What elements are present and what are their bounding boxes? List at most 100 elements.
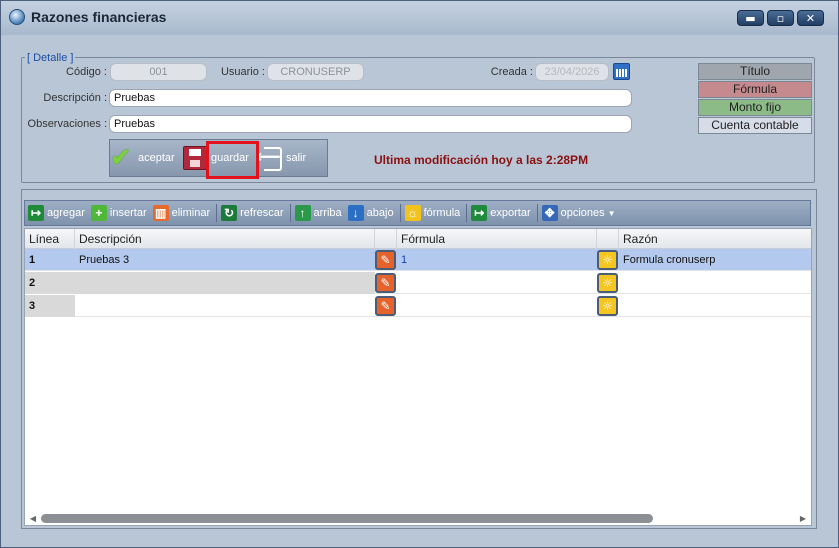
refrescar-label: refrescar (240, 207, 284, 219)
table-row[interactable]: 1 Pruebas 3 ✎ 1 ☼ Formula cronuserp (25, 249, 811, 271)
creada-label: Creada : (490, 66, 533, 78)
descripcion-label: Descripción : (43, 92, 107, 104)
toolbar-separator (216, 204, 218, 222)
toolbar-separator (289, 204, 291, 222)
legend-monto-fijo: Monto fijo (698, 99, 812, 116)
chevron-down-icon: ▼ (607, 208, 616, 218)
globe-icon (9, 9, 25, 25)
column-header-formula-btn (597, 229, 619, 249)
cell-descripcion[interactable] (75, 272, 375, 294)
creada-field[interactable]: 23/04/2026 (535, 63, 609, 81)
floppy-disk-icon (183, 146, 207, 170)
cell-formula[interactable] (397, 295, 595, 317)
edit-pencil-icon[interactable]: ✎ (375, 250, 396, 270)
grid-toolbar: ↦ agregar + insertar ▥ eliminar ↻ refres… (24, 200, 811, 226)
toolbar-separator (466, 204, 468, 222)
opciones-button[interactable]: ✥ opciones ▼ (541, 202, 616, 224)
exit-icon (256, 146, 282, 171)
cell-razon[interactable] (619, 272, 811, 294)
cell-linea: 3 (25, 295, 75, 317)
scroll-right-icon[interactable]: ▶ (797, 512, 809, 525)
razones-financieras-window: Razones financieras ▬ ▫ ✕ [ Detalle ] Có… (0, 0, 839, 548)
edit-pencil-icon[interactable]: ✎ (375, 273, 396, 293)
salir-label: salir (286, 152, 307, 164)
lightbulb-icon: ☼ (404, 205, 421, 221)
cell-formula[interactable] (397, 272, 595, 294)
window-controls: ▬ ▫ ✕ (737, 10, 824, 26)
trash-icon: ▥ (152, 205, 169, 221)
formula-bulb-icon[interactable]: ☼ (597, 273, 618, 293)
detail-legend: [ Detalle ] (25, 52, 76, 64)
formula-label: fórmula (423, 207, 461, 219)
codigo-field[interactable]: 001 (110, 63, 207, 81)
last-modified-text: Ultima modificación hoy a las 2:28PM (374, 153, 589, 167)
legend-titulo: Título (698, 63, 812, 80)
refrescar-button[interactable]: ↻ refrescar (221, 202, 284, 224)
aceptar-button[interactable]: aceptar (110, 140, 175, 176)
usuario-label: Usuario : (220, 66, 265, 78)
column-header-descripcion[interactable]: Descripción (75, 229, 375, 249)
window-title: Razones financieras (31, 9, 167, 25)
observaciones-input[interactable]: Pruebas (109, 115, 632, 133)
cell-linea: 2 (25, 272, 75, 294)
add-row-icon: ↦ (28, 205, 44, 221)
calendar-icon[interactable] (613, 63, 630, 80)
table-row[interactable]: 3 ✎ ☼ (25, 295, 811, 317)
formula-bulb-icon[interactable]: ☼ (597, 250, 618, 270)
observaciones-label: Observaciones : (27, 118, 107, 130)
insertar-label: insertar (109, 207, 147, 219)
legend-formula: Fórmula (698, 81, 812, 98)
opciones-label: opciones (560, 207, 605, 219)
guardar-highlight-box (206, 141, 259, 179)
cell-descripcion[interactable] (75, 295, 373, 317)
legend-cuenta-contable: Cuenta contable (698, 117, 812, 134)
horizontal-scrollbar[interactable]: ◀ ▶ (25, 512, 811, 525)
agregar-label: agregar (47, 207, 85, 219)
minimize-button[interactable]: ▬ (737, 10, 764, 26)
options-icon: ✥ (541, 205, 558, 221)
descripcion-input[interactable]: Pruebas (109, 89, 632, 107)
abajo-button[interactable]: ↓ abajo (347, 202, 394, 224)
cell-linea: 1 (29, 254, 36, 266)
abajo-label: abajo (366, 207, 394, 219)
toolbar-separator (536, 204, 538, 222)
scrollbar-thumb[interactable] (41, 514, 653, 523)
arrow-down-icon: ↓ (347, 205, 364, 221)
table-header: Línea Descripción Fórmula Razón (25, 229, 811, 249)
column-header-linea[interactable]: Línea (25, 229, 75, 249)
plus-icon: + (90, 205, 107, 221)
refresh-icon: ↻ (221, 205, 238, 221)
arrow-up-icon: ↑ (294, 205, 311, 221)
arriba-label: arriba (313, 207, 342, 219)
maximize-button[interactable]: ▫ (767, 10, 794, 26)
cell-razon[interactable] (619, 295, 811, 317)
aceptar-label: aceptar (138, 152, 175, 164)
toolbar-separator (399, 204, 401, 222)
scroll-left-icon[interactable]: ◀ (27, 512, 39, 525)
title-bar[interactable]: Razones financieras ▬ ▫ ✕ (1, 1, 838, 35)
eliminar-label: eliminar (171, 207, 211, 219)
exportar-label: exportar (490, 207, 531, 219)
arriba-button[interactable]: ↑ arriba (294, 202, 342, 224)
cell-descripcion[interactable]: Pruebas 3 (75, 249, 373, 271)
cell-formula[interactable]: 1 (397, 249, 595, 271)
agregar-button[interactable]: ↦ agregar (28, 202, 85, 224)
salir-button[interactable]: salir (256, 140, 307, 176)
formula-button[interactable]: ☼ fórmula (404, 202, 461, 224)
column-header-formula[interactable]: Fórmula (397, 229, 597, 249)
usuario-field[interactable]: CRONUSERP (267, 63, 364, 81)
lines-table: Línea Descripción Fórmula Razón 1 Prueba… (24, 228, 812, 526)
table-row[interactable]: 2 ✎ ☼ (25, 272, 811, 294)
edit-pencil-icon[interactable]: ✎ (375, 296, 396, 316)
close-button[interactable]: ✕ (797, 10, 824, 26)
export-icon: ↦ (471, 205, 488, 221)
exportar-button[interactable]: ↦ exportar (471, 202, 531, 224)
formula-bulb-icon[interactable]: ☼ (597, 296, 618, 316)
column-header-razon[interactable]: Razón (619, 229, 811, 249)
eliminar-button[interactable]: ▥ eliminar (152, 202, 211, 224)
codigo-label: Código : (66, 66, 107, 78)
check-icon (110, 142, 134, 173)
cell-razon[interactable]: Formula cronuserp (619, 249, 811, 271)
insertar-button[interactable]: + insertar (90, 202, 147, 224)
column-header-edit (375, 229, 397, 249)
